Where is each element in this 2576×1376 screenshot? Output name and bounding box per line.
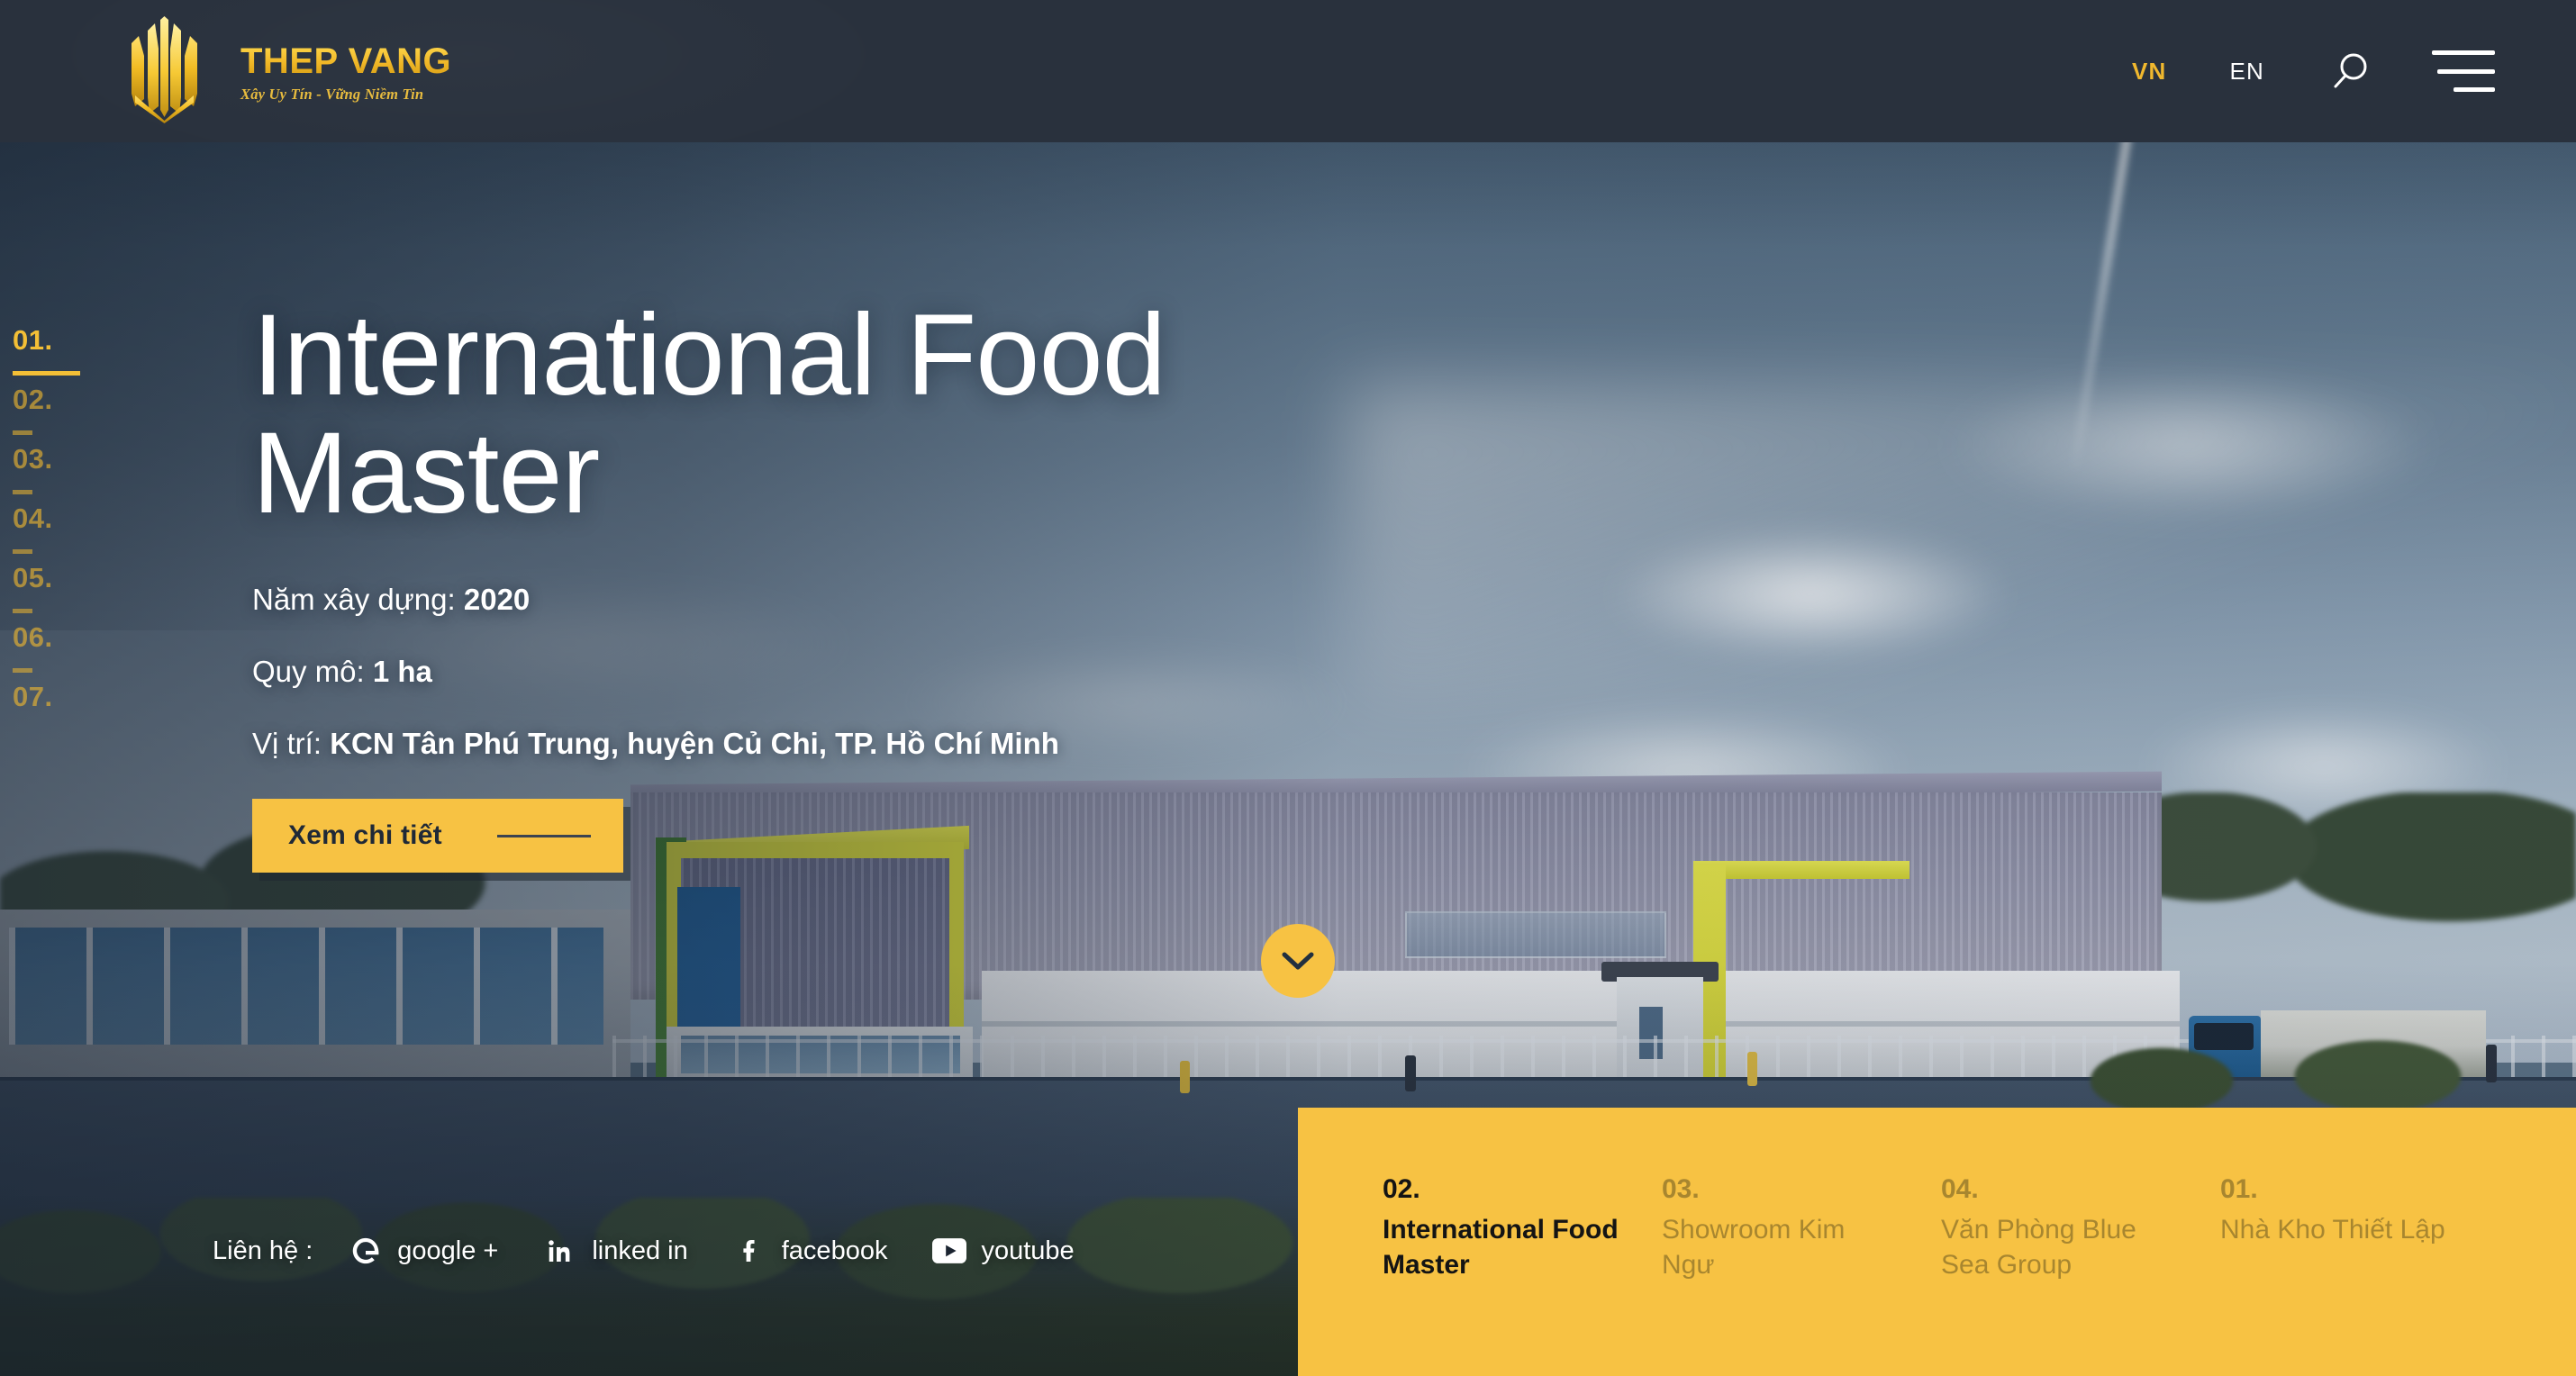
social-bar: Liên hệ : google + linked in facebook yo… xyxy=(213,1234,1120,1268)
slide-nav-number: 07. xyxy=(13,681,53,712)
project-card-international-food-master[interactable]: 02. International Food Master xyxy=(1383,1172,1662,1376)
slide-nav-number: 04. xyxy=(13,502,53,534)
header-actions: VN EN xyxy=(2119,0,2495,142)
site-logo[interactable]: THEP VANG Xây Uy Tín - Vững Niềm Tin xyxy=(108,16,451,124)
slide-nav-number: 05. xyxy=(13,562,53,593)
meta-label: Quy mô: xyxy=(252,655,365,689)
meta-label: Vị trí: xyxy=(252,727,322,761)
hamburger-menu-button[interactable] xyxy=(2432,50,2495,92)
slide-pagination: 01. 02. 03. 04. 05. 06. 07. xyxy=(0,324,108,735)
youtube-icon xyxy=(932,1234,967,1268)
slide-nav-item-05[interactable]: 05. xyxy=(0,562,108,616)
social-link-label: youtube xyxy=(981,1236,1075,1265)
project-card-van-phong-blue-sea-group[interactable]: 04. Văn Phòng Blue Sea Group xyxy=(1941,1172,2220,1376)
cta-label: Xem chi tiết xyxy=(288,820,442,851)
google-plus-icon xyxy=(349,1234,383,1268)
slide-nav-indicator xyxy=(13,371,80,376)
project-card-showroom-kim-ngu[interactable]: 03. Showroom Kim Ngư xyxy=(1662,1172,1941,1376)
site-header: THEP VANG Xây Uy Tín - Vững Niềm Tin VN … xyxy=(0,0,2576,142)
slide-nav-item-02[interactable]: 02. xyxy=(0,384,108,438)
language-toggle-vn[interactable]: VN xyxy=(2119,49,2180,95)
project-card-number: 03. xyxy=(1662,1174,1700,1204)
project-card-number: 01. xyxy=(2220,1174,2258,1204)
slide-nav-item-06[interactable]: 06. xyxy=(0,621,108,675)
hero-title: International Food Master xyxy=(252,291,1166,538)
page-root: THEP VANG Xây Uy Tín - Vững Niềm Tin VN … xyxy=(0,0,2576,1376)
search-icon xyxy=(2334,53,2367,88)
hamburger-line xyxy=(2432,50,2495,55)
slide-nav-indicator xyxy=(13,549,32,554)
social-bar-label: Liên hệ : xyxy=(213,1236,313,1265)
slide-nav-indicator xyxy=(13,490,32,494)
project-card-title: Nhà Kho Thiết Lập xyxy=(2220,1214,2445,1245)
social-link-label: google + xyxy=(397,1236,499,1265)
search-button[interactable] xyxy=(2324,44,2378,98)
facebook-icon xyxy=(733,1234,767,1268)
meta-value: 1 ha xyxy=(372,655,432,689)
hero-content: International Food Master Năm xây dựng: … xyxy=(252,291,1423,882)
cta-arrow-line xyxy=(497,834,591,837)
logo-title: THEP VANG xyxy=(240,41,452,81)
hero-meta-row-year: Năm xây dựng: 2020 xyxy=(252,583,1423,617)
hamburger-line xyxy=(2454,87,2495,92)
project-card-title: Văn Phòng Blue Sea Group xyxy=(1941,1214,2136,1281)
slide-nav-number: 06. xyxy=(13,621,53,653)
project-card-title: International Food Master xyxy=(1383,1214,1619,1281)
project-card-number: 04. xyxy=(1941,1174,1979,1204)
linkedin-icon xyxy=(543,1234,577,1268)
view-details-button[interactable]: Xem chi tiết xyxy=(252,799,623,874)
cta-wrapper: Xem chi tiết xyxy=(252,799,630,882)
social-link-label: facebook xyxy=(781,1236,888,1265)
slide-nav-indicator xyxy=(13,430,32,435)
hero-meta-list: Năm xây dựng: 2020 Quy mô: 1 ha Vị trí: … xyxy=(252,583,1423,761)
language-toggle-en[interactable]: EN xyxy=(2217,49,2277,95)
logo-tagline: Xây Uy Tín - Vững Niềm Tin xyxy=(240,85,424,103)
hero-meta-row-location: Vị trí: KCN Tân Phú Trung, huyện Củ Chi,… xyxy=(252,727,1423,761)
hamburger-line xyxy=(2437,68,2495,74)
project-card-number: 02. xyxy=(1383,1174,1420,1204)
meta-value: KCN Tân Phú Trung, huyện Củ Chi, TP. Hồ … xyxy=(330,727,1059,761)
hero-meta-row-scale: Quy mô: 1 ha xyxy=(252,655,1423,689)
social-link-google-plus[interactable]: google + xyxy=(349,1234,498,1268)
social-link-facebook[interactable]: facebook xyxy=(733,1234,888,1268)
meta-value: 2020 xyxy=(463,583,531,617)
social-link-label: linked in xyxy=(592,1236,688,1265)
project-thumbnail-panel: 02. International Food Master 03. Showro… xyxy=(1298,1108,2576,1376)
scroll-down-button[interactable] xyxy=(1261,924,1335,998)
slide-nav-number: 03. xyxy=(13,443,53,475)
slide-nav-item-04[interactable]: 04. xyxy=(0,502,108,557)
slide-nav-item-07[interactable]: 07. xyxy=(0,681,108,735)
slide-nav-indicator xyxy=(13,609,32,613)
project-card-title: Showroom Kim Ngư xyxy=(1662,1214,1846,1281)
project-card-nha-kho-thiet-lap[interactable]: 01. Nhà Kho Thiết Lập xyxy=(2220,1172,2499,1376)
slide-nav-number: 02. xyxy=(13,384,53,415)
slide-nav-item-03[interactable]: 03. xyxy=(0,443,108,497)
slide-nav-number: 01. xyxy=(13,324,53,356)
thep-vang-crown-logo-icon xyxy=(108,16,221,124)
slide-nav-indicator xyxy=(13,668,32,673)
social-link-youtube[interactable]: youtube xyxy=(932,1234,1075,1268)
social-link-linkedin[interactable]: linked in xyxy=(543,1234,688,1268)
slide-nav-item-01[interactable]: 01. xyxy=(0,324,108,378)
chevron-down-icon xyxy=(1282,952,1314,970)
meta-label: Năm xây dựng: xyxy=(252,583,456,617)
